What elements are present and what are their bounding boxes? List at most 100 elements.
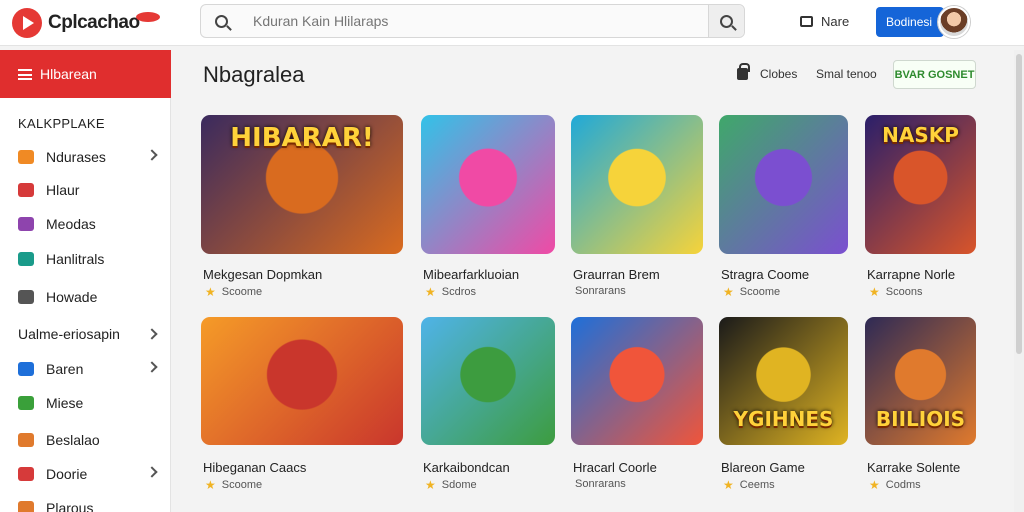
game-title[interactable]: Blareon Game [721, 460, 805, 475]
game-title[interactable]: Karrapne Norle [867, 267, 955, 282]
sidebar-item[interactable]: Ndurases [18, 145, 158, 169]
sidebar: Hlbarean KALKPPLAKE Ndurases Hlaur Meodas H… [0, 50, 171, 512]
search-button[interactable] [708, 5, 744, 37]
folder-icon [18, 433, 34, 447]
game-thumbnail[interactable] [571, 115, 703, 254]
shield-icon [18, 217, 34, 231]
star-icon [18, 501, 34, 512]
game-thumbnail[interactable]: NASKP [865, 115, 976, 254]
gamepad-icon [18, 396, 34, 410]
game-title[interactable]: Mekgesan Dopmkan [203, 267, 322, 282]
app-logo[interactable]: Cplcachao [12, 7, 160, 39]
sidebar-item-active[interactable]: Hlbarean [0, 50, 171, 98]
game-thumbnail[interactable] [421, 317, 555, 445]
sidebar-item[interactable]: Hlaur [18, 178, 158, 202]
sign-in-button[interactable]: Bodinesi [876, 7, 944, 37]
bookmark-icon [18, 183, 34, 197]
game-card[interactable]: HIBARAR! Mekgesan Dopmkan ★ Scoome [201, 115, 403, 301]
game-thumbnail[interactable]: BIILIOIS [865, 317, 976, 445]
document-icon [18, 290, 34, 304]
sidebar-item[interactable]: Miese [18, 391, 158, 415]
chat-icon [18, 252, 34, 266]
game-card[interactable]: YGIHNES Blareon Game ★ Ceems [719, 317, 848, 494]
sidebar-item[interactable]: Howade [18, 285, 158, 309]
game-thumbnail[interactable] [571, 317, 703, 445]
top-bar: Cplcachao Nare Bodinesi [0, 0, 1024, 46]
sidebar-item-label: Baren [46, 361, 84, 377]
game-meta-label: Ceems [739, 479, 775, 491]
game-card[interactable]: Graurran Brem Sonrarans [571, 115, 703, 301]
game-thumbnail[interactable]: YGIHNES [719, 317, 848, 445]
thumbnail-logo-text: BIILIOIS [875, 407, 966, 431]
lock-icon [737, 63, 750, 80]
game-meta: ★ Scoons [869, 285, 922, 299]
star-icon: ★ [869, 478, 880, 492]
star-icon: ★ [205, 285, 216, 299]
game-card[interactable]: Stragra Coome ★ Scoome [719, 115, 848, 301]
scrollbar-thumb[interactable] [1016, 54, 1022, 354]
notification-icon [800, 15, 813, 27]
sidebar-item[interactable]: Doorie [18, 462, 158, 486]
scrollbar[interactable] [1014, 50, 1024, 512]
sidebar-heading: KALKPPLAKE [18, 116, 105, 131]
notifications-link[interactable]: Nare [800, 11, 849, 31]
game-meta-label: Scoome [739, 286, 781, 298]
game-meta: ★ Scdros [425, 285, 476, 299]
sidebar-item-label: Beslalao [46, 432, 100, 448]
game-title[interactable]: Mibearfarkluoian [423, 267, 519, 282]
game-title[interactable]: Karrake Solente [867, 460, 960, 475]
game-title[interactable]: Hibeganan Caacs [203, 460, 306, 475]
notifications-label: Nare [821, 13, 850, 29]
game-card[interactable]: Hibeganan Caacs ★ Scoome [201, 317, 403, 494]
logo-text: Cplcachao [48, 12, 140, 33]
sidebar-item-label: Howade [46, 289, 98, 305]
sidebar-item[interactable]: Baren [18, 357, 158, 381]
game-title[interactable]: Stragra Coome [721, 267, 809, 282]
sidebar-item-label: Miese [46, 395, 84, 411]
sidebar-subheading-label: Ualme-eriosapin [18, 326, 120, 342]
sidebar-item[interactable]: Hanlitrals [18, 247, 158, 271]
game-card[interactable]: Karkaibondcan ★ Sdome [421, 317, 555, 494]
game-title[interactable]: Hracarl Coorle [573, 460, 657, 475]
sidebar-subheading[interactable]: Ualme-eriosapin [18, 326, 158, 342]
avatar[interactable] [938, 6, 970, 38]
sort-button[interactable]: Smal tenoo [816, 67, 877, 81]
sidebar-item-label: Plarous [46, 500, 94, 512]
game-title[interactable]: Graurran Brem [573, 267, 660, 282]
game-thumbnail[interactable] [421, 115, 555, 254]
action-button[interactable]: BVAR GOSNET [893, 60, 976, 89]
sign-in-label: Bodinesi [886, 15, 933, 29]
sidebar-item-label: Ndurases [46, 149, 106, 165]
page-title: Nbagralea [203, 62, 305, 87]
game-card[interactable]: Hracarl Coorle Sonrarans [571, 317, 703, 494]
game-card[interactable]: BIILIOIS Karrake Solente ★ Codms [865, 317, 976, 494]
sidebar-item[interactable]: Meodas [18, 212, 158, 236]
search-input[interactable] [241, 6, 708, 36]
game-meta: Sonrarans [575, 285, 626, 297]
game-card[interactable]: Mibearfarkluoian ★ Scdros [421, 115, 555, 301]
star-icon: ★ [869, 285, 880, 299]
game-card[interactable]: NASKP Karrapne Norle ★ Scoons [865, 115, 976, 301]
play-logo-icon [12, 8, 42, 38]
game-meta-label: Sonrarans [575, 285, 626, 297]
sidebar-item-label: Hanlitrals [46, 251, 105, 267]
game-meta-label: Scoome [221, 286, 263, 298]
star-icon: ★ [425, 285, 436, 299]
check-icon [18, 362, 34, 376]
sidebar-item-label: Doorie [46, 466, 88, 482]
sidebar-item[interactable]: Plarous [18, 496, 158, 512]
video-icon [18, 150, 34, 164]
star-icon: ★ [723, 478, 734, 492]
sidebar-item[interactable]: Beslalao [18, 428, 158, 452]
game-meta: ★ Scoome [205, 478, 262, 492]
game-thumbnail[interactable] [719, 115, 848, 254]
thumbnail-logo-text: NASKP [882, 123, 959, 147]
star-icon: ★ [425, 478, 436, 492]
game-meta: ★ Ceems [723, 478, 775, 492]
game-thumbnail[interactable] [201, 317, 403, 445]
game-title[interactable]: Karkaibondcan [423, 460, 510, 475]
filter-button[interactable]: Clobes [737, 63, 797, 81]
game-meta: ★ Scoome [205, 285, 262, 299]
chevron-right-icon [146, 466, 158, 478]
game-thumbnail[interactable]: HIBARAR! [201, 115, 403, 254]
